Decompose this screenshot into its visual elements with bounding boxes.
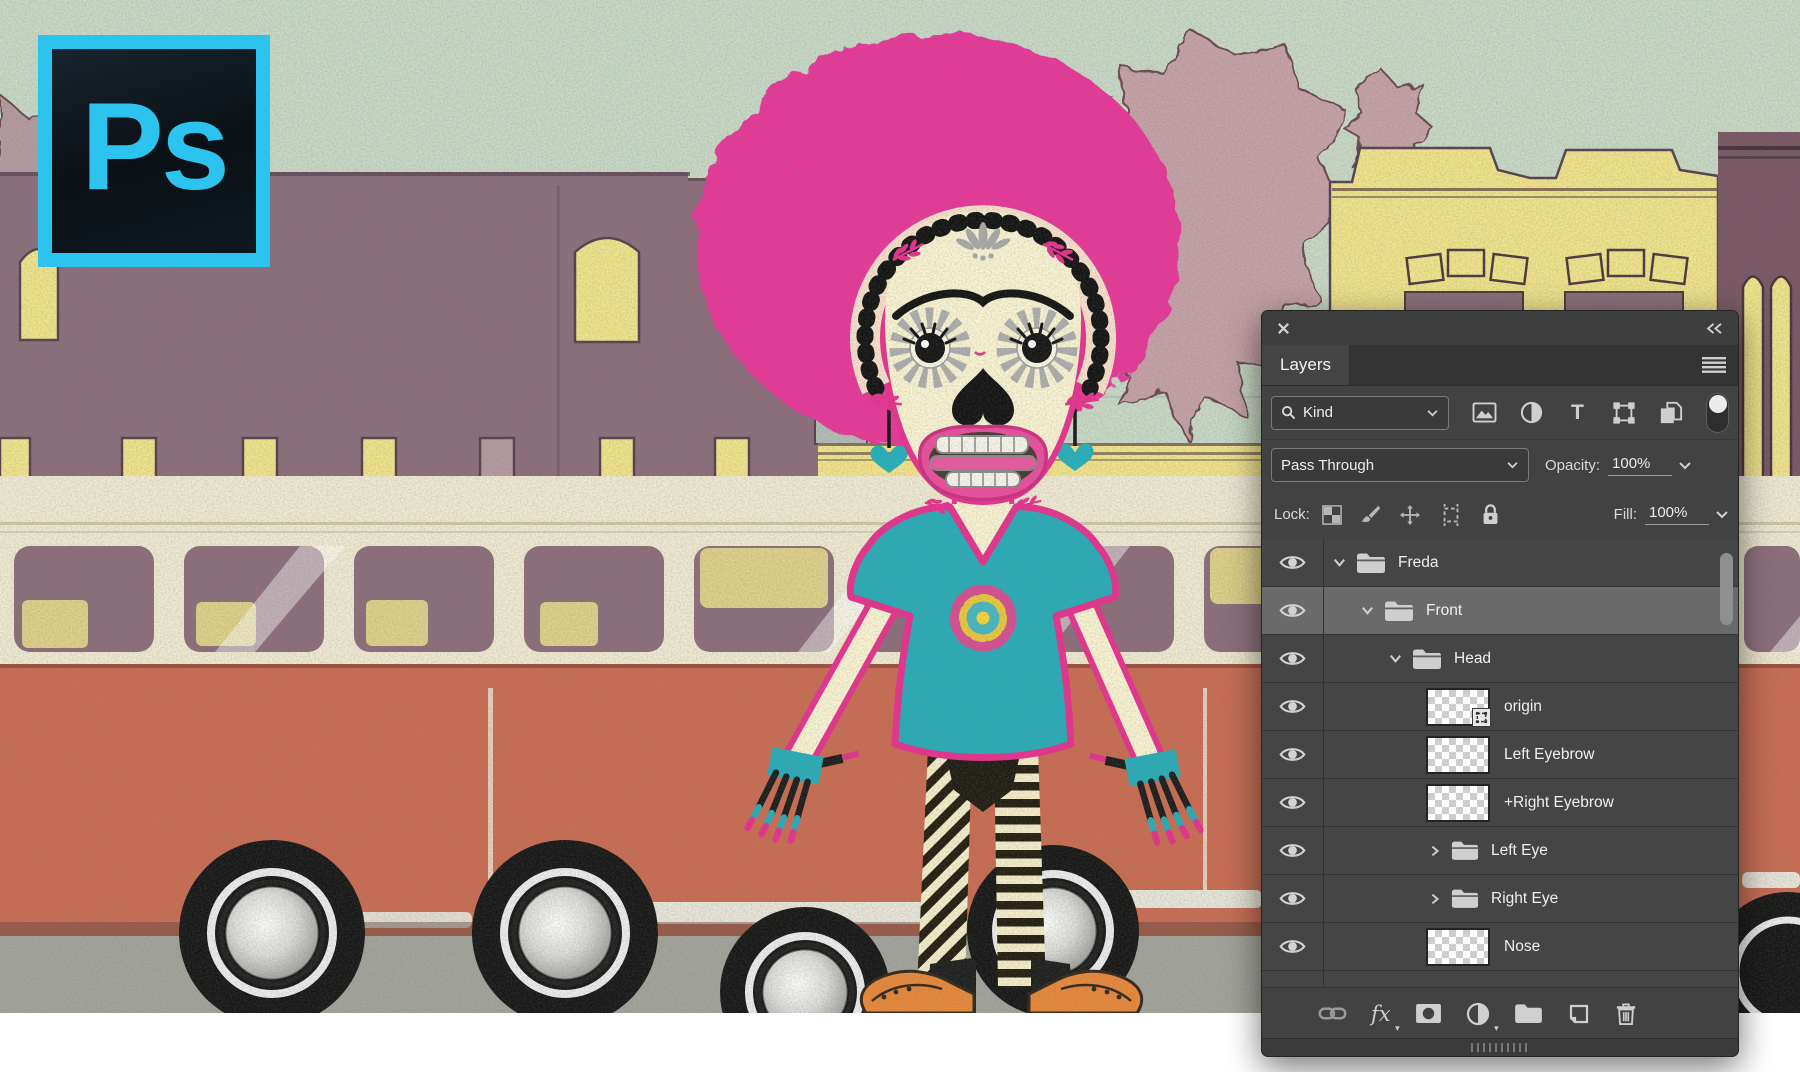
pixel-layer-filter-icon[interactable] [1472, 402, 1497, 423]
adjustment-layer-filter-icon[interactable] [1520, 401, 1543, 424]
filter-row: Kind [1262, 386, 1738, 440]
group-folder-icon [1384, 600, 1414, 622]
chevron-down-icon [1426, 409, 1439, 417]
layer-row-origin[interactable]: origin [1262, 683, 1738, 731]
visibility-toggle[interactable] [1262, 875, 1324, 922]
layer-row-front[interactable]: Front [1262, 587, 1738, 635]
add-layer-mask-icon[interactable] [1415, 1003, 1442, 1024]
search-icon [1281, 405, 1296, 420]
lock-transparent-pixels-icon[interactable] [1322, 505, 1342, 525]
layer-thumbnail[interactable] [1426, 688, 1490, 726]
tab-layers-label: Layers [1280, 355, 1331, 375]
visibility-toggle[interactable] [1262, 731, 1324, 778]
filter-toggle[interactable] [1706, 393, 1729, 433]
type-layer-filter-icon[interactable] [1566, 401, 1589, 424]
group-folder-icon [1412, 648, 1442, 670]
layer-name: Left Eyebrow [1504, 746, 1594, 764]
layer-row-right-eyebrow[interactable]: +Right Eyebrow [1262, 779, 1738, 827]
lock-label: Lock: [1274, 506, 1310, 523]
new-adjustment-layer-icon[interactable]: ▾ [1466, 1002, 1490, 1026]
visibility-toggle[interactable] [1262, 635, 1324, 682]
close-icon[interactable] [1276, 321, 1291, 336]
opacity-dropdown-icon[interactable] [1678, 461, 1692, 470]
delete-layer-icon[interactable] [1615, 1002, 1637, 1026]
panel-footer: fx▾ ▾ [1262, 987, 1738, 1039]
kind-filter-dropdown[interactable]: Kind [1271, 396, 1449, 430]
layer-name: Nose [1504, 938, 1540, 956]
layer-thumbnail[interactable] [1426, 736, 1490, 774]
photoshop-logo-text: Ps [81, 76, 227, 218]
group-folder-icon [1451, 888, 1479, 909]
fill-label: Fill: [1614, 506, 1637, 523]
layer-row-right-eye[interactable]: Right Eye [1262, 875, 1738, 923]
panel-resize-grip[interactable] [1262, 1038, 1738, 1056]
layer-list: Freda Front Head [1262, 539, 1738, 987]
photoshop-logo: Ps [38, 35, 270, 267]
visibility-toggle[interactable] [1262, 827, 1324, 874]
smart-object-badge-icon [1472, 708, 1491, 727]
layer-styles-fx-icon[interactable]: fx▾ [1371, 1002, 1391, 1026]
opacity-value[interactable]: 100% [1608, 455, 1672, 476]
layer-name: Left Eye [1491, 842, 1548, 860]
layer-name: Freda [1398, 554, 1439, 572]
smart-object-filter-icon[interactable] [1659, 401, 1683, 425]
visibility-toggle[interactable] [1262, 539, 1324, 586]
kind-filter-label: Kind [1303, 404, 1333, 421]
blend-mode-dropdown[interactable]: Pass Through [1271, 448, 1529, 482]
layer-name: origin [1504, 698, 1542, 716]
collapse-panel-icon[interactable] [1705, 322, 1724, 335]
link-layers-icon[interactable] [1318, 1005, 1347, 1022]
layer-name: Head [1454, 650, 1491, 668]
visibility-toggle[interactable] [1262, 587, 1324, 634]
scrollbar-thumb[interactable] [1720, 553, 1733, 625]
group-folder-icon [1356, 552, 1386, 574]
visibility-toggle[interactable] [1262, 683, 1324, 730]
lock-artboard-icon[interactable] [1439, 503, 1463, 527]
chevron-down-icon[interactable] [1360, 603, 1375, 618]
blend-mode-value: Pass Through [1281, 457, 1374, 474]
new-group-icon[interactable] [1514, 1003, 1543, 1024]
opacity-label: Opacity: [1545, 457, 1600, 474]
layer-row-freda[interactable]: Freda [1262, 539, 1738, 587]
layer-name: +Right Eyebrow [1504, 794, 1614, 812]
new-layer-icon[interactable] [1567, 1002, 1591, 1026]
lock-position-icon[interactable] [1399, 504, 1421, 526]
shape-layer-filter-icon[interactable] [1612, 401, 1636, 425]
chevron-right-icon[interactable] [1428, 844, 1442, 858]
chevron-down-icon [1506, 461, 1519, 469]
layer-row-head[interactable]: Head [1262, 635, 1738, 683]
lock-image-pixels-icon[interactable] [1360, 504, 1381, 525]
fill-value[interactable]: 100% [1645, 504, 1709, 525]
chevron-down-icon[interactable] [1388, 651, 1403, 666]
layer-row-left-eyebrow[interactable]: Left Eyebrow [1262, 731, 1738, 779]
layer-row-nose[interactable]: Nose [1262, 923, 1738, 971]
chevron-down-icon[interactable] [1332, 555, 1347, 570]
tab-layers[interactable]: Layers [1262, 345, 1350, 385]
blend-mode-row: Pass Through Opacity: 100% [1262, 440, 1738, 490]
panel-header [1262, 311, 1738, 345]
panel-menu-icon[interactable] [1702, 345, 1738, 385]
layer-name: Right Eye [1491, 890, 1558, 908]
lock-all-icon[interactable] [1481, 503, 1500, 526]
visibility-toggle[interactable] [1262, 923, 1324, 970]
photoshop-screen: Ps [0, 0, 1800, 1072]
layer-row-partial [1262, 971, 1738, 987]
layer-name: Front [1426, 602, 1462, 620]
chevron-right-icon[interactable] [1428, 892, 1442, 906]
visibility-toggle[interactable] [1262, 779, 1324, 826]
fill-dropdown-icon[interactable] [1715, 510, 1729, 519]
group-folder-icon [1451, 840, 1479, 861]
panel-tab-strip: Layers [1262, 345, 1738, 386]
layer-row-left-eye[interactable]: Left Eye [1262, 827, 1738, 875]
layer-thumbnail[interactable] [1426, 928, 1490, 966]
layer-thumbnail[interactable] [1426, 784, 1490, 822]
layers-panel: Layers Kind Pass Through [1261, 310, 1739, 1057]
lock-row: Lock: Fill: 100% [1262, 490, 1738, 540]
